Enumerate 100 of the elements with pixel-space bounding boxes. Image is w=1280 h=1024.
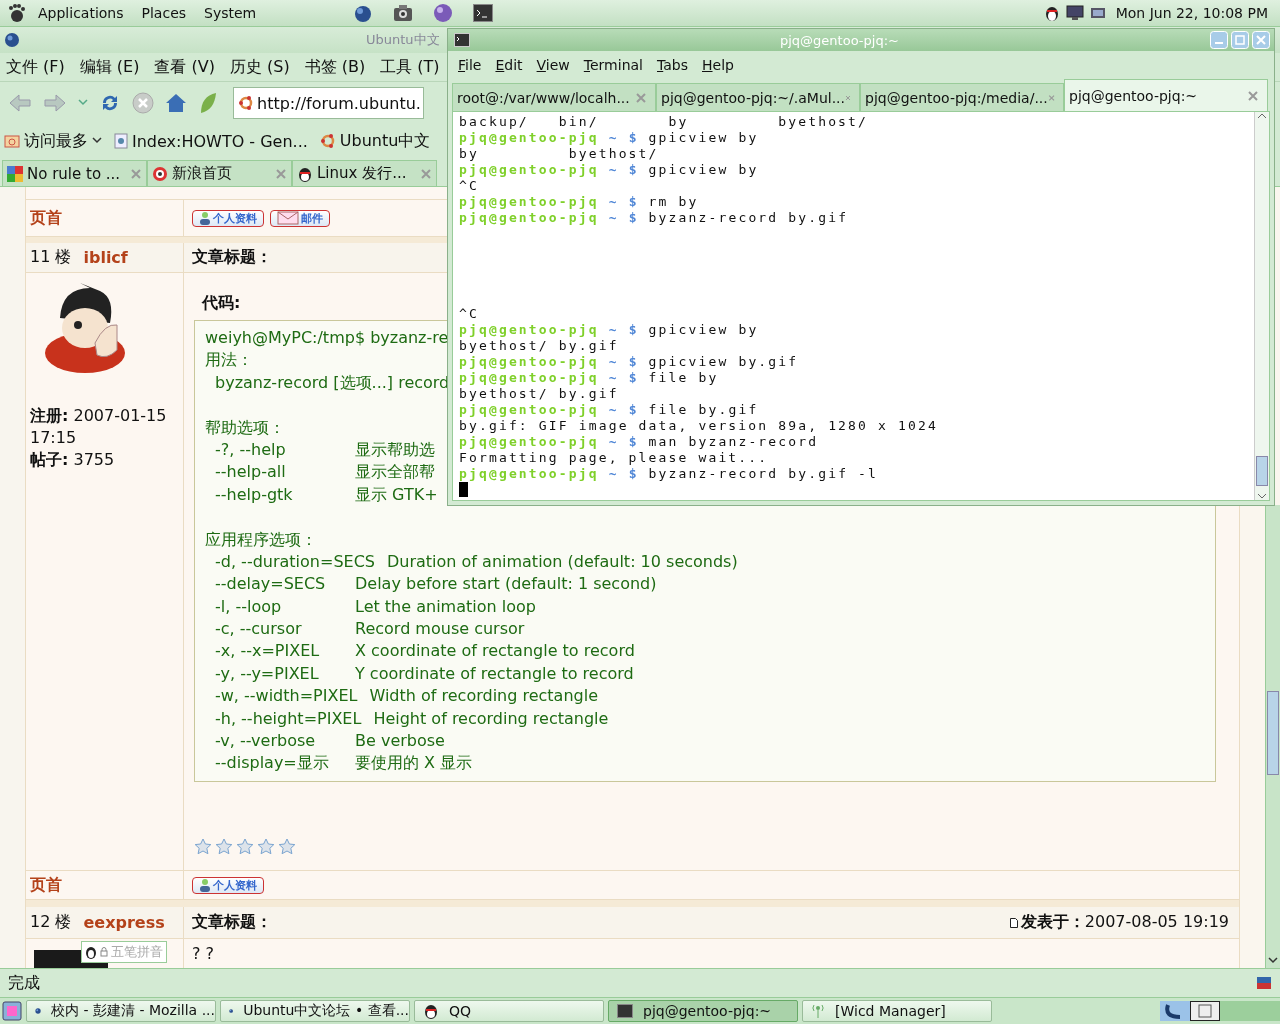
terminal-command: man byzanz-record: [648, 434, 819, 449]
profile-button[interactable]: 个人资料: [192, 876, 264, 894]
menu-item[interactable]: File: [458, 57, 482, 73]
tile-icon: [7, 165, 23, 182]
url-field[interactable]: http://forum.ubuntu.: [233, 87, 424, 119]
terminal-command: rm by: [648, 194, 699, 209]
text-cursor: [459, 482, 468, 497]
back-arrow-icon[interactable]: [8, 93, 32, 113]
terminal-tab[interactable]: pjq@gentoo-pjq:~: [1064, 79, 1268, 111]
workspace-icon[interactable]: [1160, 1001, 1190, 1021]
prompt-sign: $: [628, 434, 639, 449]
maximize-icon[interactable]: [1231, 31, 1249, 49]
penguin-icon: [297, 165, 313, 182]
close-icon[interactable]: [420, 167, 432, 180]
menu-item[interactable]: Tabs: [657, 57, 688, 73]
taskbar-button[interactable]: Ubuntu中文论坛 • 查看...: [220, 1000, 410, 1022]
terminal-command: byzanz-record by.gif: [648, 210, 849, 225]
scrollbar-thumb[interactable]: [1267, 691, 1279, 775]
menu-item[interactable]: 查看 (V): [154, 56, 215, 78]
browser-tab[interactable]: No rule to ...: [2, 160, 147, 186]
rating-stars[interactable]: [194, 837, 296, 855]
window-title: pjq@gentoo-pjq:~: [780, 32, 899, 48]
show-desktop-icon[interactable]: [2, 1001, 22, 1021]
menu-item[interactable]: 编辑 (E): [79, 56, 140, 78]
taskbar-button[interactable]: QQ: [414, 1000, 604, 1022]
caret-icon[interactable]: [78, 99, 88, 107]
top-link[interactable]: 页首: [30, 874, 62, 896]
prompt-dir: ~: [608, 370, 619, 385]
foot-icon[interactable]: [6, 3, 26, 23]
star-icon[interactable]: [278, 837, 296, 855]
menu-item[interactable]: Help: [702, 57, 734, 73]
prompt-dir: ~: [608, 194, 619, 209]
star-icon[interactable]: [215, 837, 233, 855]
menu-item[interactable]: 历史 (S): [230, 56, 290, 78]
terminal-tab[interactable]: root@:/var/www/localh...: [452, 83, 656, 111]
panel-menu[interactable]: System: [198, 5, 263, 21]
close-icon[interactable]: [1247, 89, 1259, 102]
browser-tab[interactable]: 新浪首页: [147, 160, 292, 186]
terminal-icon[interactable]: [473, 4, 494, 22]
panel-menu[interactable]: Places: [135, 5, 193, 21]
menu-item[interactable]: 工具 (T): [380, 56, 440, 78]
workspace-icon[interactable]: [1190, 1001, 1220, 1021]
menu-item[interactable]: View: [536, 57, 570, 73]
profile-button[interactable]: 个人资料: [192, 209, 264, 227]
terminal-icon: [617, 1004, 633, 1018]
post-text: ? ?: [192, 944, 215, 963]
email-button[interactable]: 邮件: [270, 209, 330, 227]
stop-icon[interactable]: [132, 92, 154, 114]
star-icon[interactable]: [257, 837, 275, 855]
forward-arrow-icon[interactable]: [43, 93, 67, 113]
flag-icon[interactable]: [1256, 975, 1272, 991]
prompt-dir: ~: [608, 354, 619, 369]
panel-menu[interactable]: Applications: [32, 5, 130, 21]
scrollbar[interactable]: [1254, 112, 1269, 500]
taskbar-button[interactable]: [Wicd Manager]: [802, 1000, 992, 1022]
minimize-icon[interactable]: [1210, 31, 1228, 49]
caret-icon: [92, 137, 102, 145]
scrollbar-thumb[interactable]: [1256, 456, 1268, 486]
menu-item[interactable]: 书签 (B): [304, 56, 366, 78]
monitor-icon[interactable]: [1065, 5, 1084, 21]
star-icon[interactable]: [194, 837, 212, 855]
code-label: 代码:: [202, 293, 241, 314]
bookmark[interactable]: Index:HOWTO - Gen...: [114, 131, 308, 151]
menu-item[interactable]: 文件 (F): [6, 56, 65, 78]
scrollbar[interactable]: [1265, 505, 1280, 968]
browser-tab[interactable]: Linux 发行...: [292, 160, 437, 186]
close-icon[interactable]: [130, 167, 142, 180]
home-icon[interactable]: [165, 92, 187, 114]
penguin-icon[interactable]: [1043, 4, 1060, 22]
terminal-tab[interactable]: pjq@gentoo-pjq:/media/...: [860, 83, 1064, 111]
close-icon[interactable]: [275, 167, 287, 180]
prompt-dir: ~: [608, 162, 619, 177]
post-date: 发表于：2007-08-05 19:19: [1020, 912, 1229, 933]
eye-icon: [152, 165, 168, 182]
bookmark[interactable]: Ubuntu中文: [319, 130, 431, 152]
prompt-dir: ~: [608, 466, 619, 481]
prompt-dir: ~: [608, 210, 619, 225]
menu-item[interactable]: Edit: [495, 57, 523, 73]
globe-icon[interactable]: [353, 3, 374, 23]
prompt-sign: $: [628, 402, 639, 417]
taskbar-button[interactable]: 校内 - 彭建清 - Mozilla ...: [26, 1000, 216, 1022]
sphere-icon[interactable]: [433, 3, 454, 23]
taskbar-button[interactable]: pjq@gentoo-pjq:~: [608, 1000, 798, 1022]
network-icon[interactable]: [1089, 5, 1106, 21]
leaf-icon[interactable]: [198, 92, 218, 114]
author-name[interactable]: eexpress: [83, 913, 165, 932]
close-icon[interactable]: [635, 91, 647, 104]
terminal-tab[interactable]: pjq@gentoo-pjq:~/.aMul...: [656, 83, 860, 111]
clock[interactable]: Mon Jun 22, 10:08 PM: [1115, 5, 1268, 21]
terminal-command: gpicview by.gif: [648, 354, 799, 369]
author-name[interactable]: iblicf: [83, 248, 128, 267]
bookmark[interactable]: 访问最多: [4, 130, 102, 152]
terminal-command: file by: [648, 370, 719, 385]
terminal-command: gpicview by: [648, 162, 759, 177]
star-icon[interactable]: [236, 837, 254, 855]
camera-icon[interactable]: [393, 4, 414, 22]
top-link[interactable]: 页首: [30, 207, 62, 229]
prompt-sign: $: [628, 130, 639, 145]
page-icon: [114, 133, 128, 149]
menu-item[interactable]: Terminal: [583, 57, 643, 73]
